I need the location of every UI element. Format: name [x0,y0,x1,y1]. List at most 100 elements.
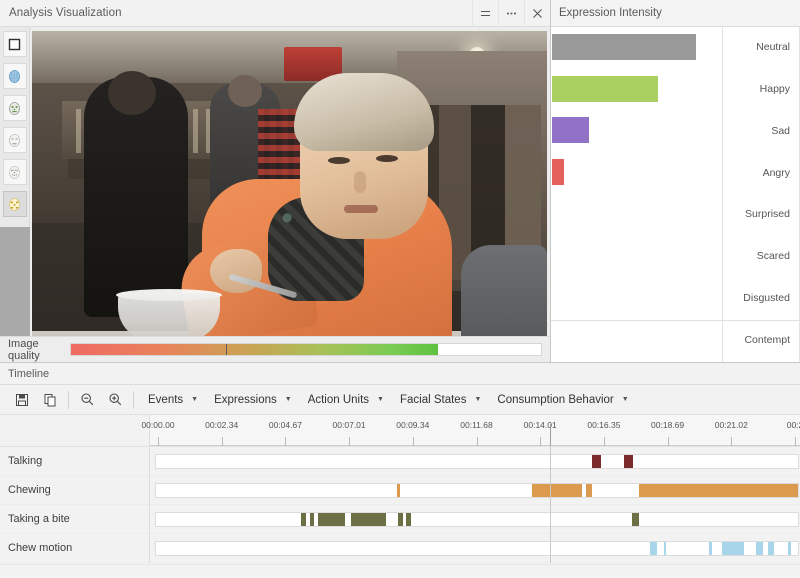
expressions-menu-label: Expressions [214,393,277,406]
bowl [118,293,220,336]
face-points-tool[interactable] [2,159,27,185]
track-segment[interactable] [396,483,400,497]
track-segment[interactable] [624,454,633,468]
expression-labels-area: Neutral Happy Sad Angry Surprised Scared Disgu… [723,27,800,362]
background-person-right [461,245,547,336]
timeline-toolbar: Events ▼ Expressions ▼ Action Units ▼ Fa… [0,385,800,415]
ruler-baseline [150,445,800,446]
ruler-tick-label: 00:21.02 [714,420,748,430]
track-segment[interactable] [398,512,404,526]
menu-icon[interactable] [472,0,498,27]
track-segment[interactable] [351,512,386,526]
track-label-chewing: Chewing [0,475,150,505]
ruler-tick-label: 00:09.34 [396,420,430,430]
expression-bar-angry [552,159,564,186]
track-segment[interactable] [531,483,582,497]
face-outline-tool[interactable] [2,127,27,153]
timeline-ruler[interactable]: 00:00.00 00:02.34 00:04.67 00:07.01 00:09.34… [0,415,800,447]
subject-left-eye [328,157,350,164]
track-label-taking-a-bite: Taking a bite [0,504,150,534]
expression-intensity-panel: Expression Intensity Neutral Happy Sad Angr… [551,0,800,362]
expression-intensity-titlebar: Expression Intensity [551,0,800,27]
track-segment[interactable] [405,512,411,526]
analysis-visualization-titlebar: Analysis Visualization [0,0,550,27]
ruler-tick-label: 00:04.67 [268,420,302,430]
track-segment[interactable] [301,512,307,526]
track-segment[interactable] [650,541,657,555]
more-options-icon[interactable] [498,0,524,27]
playhead-handle[interactable] [550,424,552,446]
action-units-tool[interactable] [2,191,27,217]
track-segment[interactable] [709,541,712,555]
panel-title: Analysis Visualization [9,7,122,19]
track-segment[interactable] [722,541,745,555]
zoom-out-icon[interactable] [73,388,101,412]
background-person-middle-head [228,75,262,107]
expression-bars-area [551,27,723,362]
chevron-down-icon: ▼ [377,396,384,403]
playhead-line[interactable] [550,447,552,563]
subject-right-eye [376,155,398,162]
face-mesh-tool[interactable] [2,63,27,89]
track-lane-chewing[interactable] [155,482,799,498]
chevron-down-icon: ▼ [284,396,292,403]
track-segment[interactable] [788,541,791,555]
track-segment[interactable] [591,454,601,468]
expression-label-disgusted: Disgusted [743,292,790,305]
track-lane-talking[interactable] [155,453,799,469]
timeline-track: Taking a bite [0,504,800,534]
track-segment[interactable] [768,541,774,555]
video-frame-image [32,31,547,336]
image-quality-fill [71,344,438,355]
expression-bar-sad [552,117,589,144]
ruler-left-gutter [0,415,150,446]
overlay-tool-bar [0,27,30,336]
ruler-tick-label: 00:11.68 [460,420,493,430]
video-preview[interactable] [32,31,547,336]
action-units-menu[interactable]: Action Units ▼ [298,388,390,412]
timeline-title: Timeline [8,367,50,380]
toolbar-filler [0,227,30,336]
expression-bar-row [551,117,722,144]
expression-label-contempt: Contempt [744,334,790,347]
track-segment[interactable] [631,512,640,526]
facial-states-menu[interactable]: Facial States ▼ [390,388,487,412]
ruler-tick [795,437,796,446]
analysis-app-window: Analysis Visualization Image quality Exp… [0,0,800,578]
track-segment[interactable] [755,541,763,555]
timeline-footer [0,564,800,578]
chevron-down-icon: ▼ [474,396,482,403]
ruler-tick [731,437,733,446]
ruler-tick [476,437,478,446]
track-lane-taking-a-bite[interactable] [155,511,799,527]
window-controls [472,0,550,27]
action-units-menu-label: Action Units [307,393,370,406]
expression-label-sad: Sad [771,124,790,137]
expression-intensity-chart: Neutral Happy Sad Angry Surprised Scared Disgu… [551,27,800,362]
track-segment[interactable] [663,541,667,555]
events-menu[interactable]: Events ▼ [138,388,204,412]
consumption-behavior-menu[interactable]: Consumption Behavior ▼ [487,388,634,412]
image-quality-track [70,343,542,356]
track-lane-chew-motion[interactable] [155,540,799,556]
zoom-in-icon[interactable] [101,388,129,412]
track-segment[interactable] [317,512,346,526]
track-segment[interactable] [586,483,592,497]
background-person-left-head [108,71,156,115]
expression-label-neutral: Neutral [756,40,790,53]
track-segment[interactable] [638,483,798,497]
expressions-menu[interactable]: Expressions ▼ [204,388,298,412]
face-landmarks-tool[interactable] [2,95,27,121]
close-icon[interactable] [524,0,550,27]
ruler-tick [603,437,605,446]
toolbar-separator [68,390,69,409]
frame-tool[interactable] [2,31,27,57]
expression-bar-row [551,33,722,60]
timeline-titlebar: Timeline [0,363,800,385]
ruler-tick-label: 00:18.69 [651,420,685,430]
track-segment[interactable] [310,512,314,526]
copy-icon[interactable] [36,388,64,412]
track-label-talking: Talking [0,446,150,476]
expression-bar-row [551,75,722,102]
save-icon[interactable] [8,388,36,412]
